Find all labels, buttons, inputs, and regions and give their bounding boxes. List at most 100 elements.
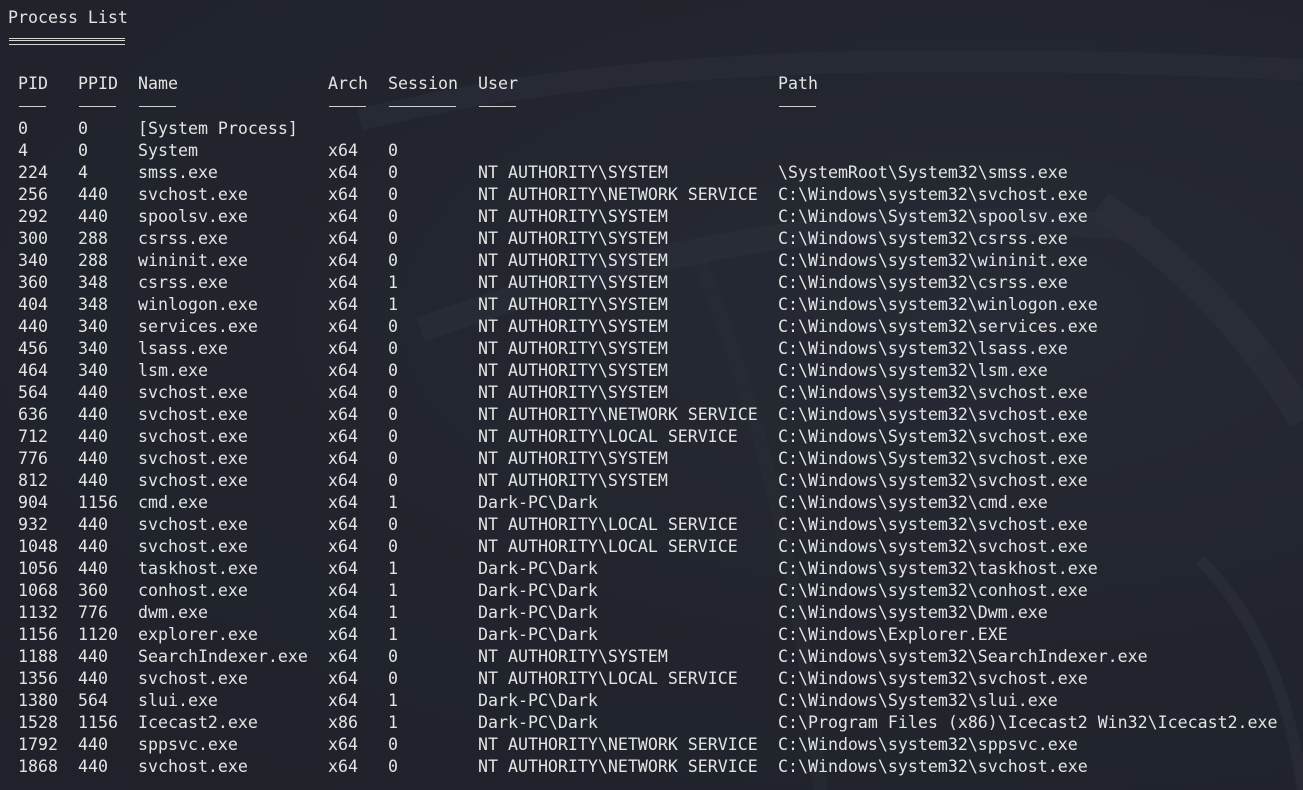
- process-ppid: 440: [78, 207, 108, 226]
- process-pid: 1868: [18, 757, 58, 776]
- process-arch: x64: [328, 647, 358, 666]
- process-session: 0: [388, 471, 398, 490]
- process-arch: x64: [328, 537, 358, 556]
- process-ppid: 440: [78, 449, 108, 468]
- process-session: 0: [388, 339, 398, 358]
- process-arch: x64: [328, 383, 358, 402]
- process-name: svchost.exe: [138, 471, 248, 490]
- process-pid: 1156: [18, 625, 58, 644]
- process-user: NT AUTHORITY\NETWORK SERVICE: [478, 735, 758, 754]
- terminal-output: Process List PID PPID Name Arch Session …: [0, 0, 1303, 790]
- process-pid: 1068: [18, 581, 58, 600]
- process-path: C:\Windows\system32\lsm.exe: [778, 361, 1048, 380]
- process-pid: 1188: [18, 647, 58, 666]
- process-name: wininit.exe: [138, 251, 248, 270]
- process-session: 0: [388, 251, 398, 270]
- column-underline-pid: [19, 106, 46, 107]
- process-user: NT AUTHORITY\SYSTEM: [478, 273, 668, 292]
- process-pid: 4: [18, 141, 28, 160]
- process-session: 1: [388, 295, 398, 314]
- process-ppid: 360: [78, 581, 108, 600]
- process-name: SearchIndexer.exe: [138, 647, 308, 666]
- process-pid: 776: [18, 449, 48, 468]
- process-pid: 1792: [18, 735, 58, 754]
- process-name: spoolsv.exe: [138, 207, 248, 226]
- process-pid: 564: [18, 383, 48, 402]
- process-user: NT AUTHORITY\SYSTEM: [478, 647, 668, 666]
- process-user: NT AUTHORITY\LOCAL SERVICE: [478, 537, 738, 556]
- process-path: C:\Windows\system32\svchost.exe: [778, 185, 1088, 204]
- process-ppid: 340: [78, 339, 108, 358]
- process-session: 0: [388, 207, 398, 226]
- process-user: Dark-PC\Dark: [478, 493, 598, 512]
- process-user: NT AUTHORITY\SYSTEM: [478, 471, 668, 490]
- process-path: C:\Windows\System32\svchost.exe: [778, 427, 1088, 446]
- process-name: [System Process]: [138, 119, 298, 138]
- process-name: explorer.exe: [138, 625, 258, 644]
- process-ppid: 440: [78, 515, 108, 534]
- process-path: C:\Windows\system32\taskhost.exe: [778, 559, 1098, 578]
- process-arch: x64: [328, 427, 358, 446]
- process-pid: 1356: [18, 669, 58, 688]
- process-user: NT AUTHORITY\NETWORK SERVICE: [478, 757, 758, 776]
- process-name: cmd.exe: [138, 493, 208, 512]
- process-ppid: 440: [78, 757, 108, 776]
- process-path: C:\Windows\System32\spoolsv.exe: [778, 207, 1088, 226]
- column-underline-path: [779, 106, 816, 107]
- process-user: Dark-PC\Dark: [478, 603, 598, 622]
- process-user: NT AUTHORITY\SYSTEM: [478, 229, 668, 248]
- process-session: 1: [388, 691, 398, 710]
- process-name: lsass.exe: [138, 339, 228, 358]
- column-header-path: Path: [778, 74, 818, 93]
- process-pid: 340: [18, 251, 48, 270]
- process-pid: 0: [18, 119, 28, 138]
- process-name: svchost.exe: [138, 427, 248, 446]
- process-ppid: 440: [78, 669, 108, 688]
- process-pid: 712: [18, 427, 48, 446]
- process-path: C:\Windows\Explorer.EXE: [778, 625, 1008, 644]
- process-arch: x64: [328, 141, 358, 160]
- process-ppid: 340: [78, 317, 108, 336]
- process-user: NT AUTHORITY\NETWORK SERVICE: [478, 185, 758, 204]
- process-arch: x64: [328, 229, 358, 248]
- process-session: 0: [388, 757, 398, 776]
- process-ppid: 0: [78, 141, 88, 160]
- column-header-pid: PID: [18, 74, 48, 93]
- process-pid: 404: [18, 295, 48, 314]
- process-path: C:\Windows\system32\svchost.exe: [778, 669, 1088, 688]
- process-name: svchost.exe: [138, 515, 248, 534]
- process-path: C:\Windows\system32\svchost.exe: [778, 383, 1088, 402]
- process-name: svchost.exe: [138, 383, 248, 402]
- process-session: 1: [388, 713, 398, 732]
- process-pid: 1528: [18, 713, 58, 732]
- process-session: 0: [388, 735, 398, 754]
- process-name: lsm.exe: [138, 361, 208, 380]
- process-path: C:\Windows\system32\Dwm.exe: [778, 603, 1048, 622]
- process-arch: x64: [328, 163, 358, 182]
- process-user: NT AUTHORITY\SYSTEM: [478, 361, 668, 380]
- process-path: C:\Windows\system32\sppsvc.exe: [778, 735, 1078, 754]
- process-pid: 1048: [18, 537, 58, 556]
- process-path: C:\Windows\system32\wininit.exe: [778, 251, 1088, 270]
- process-user: NT AUTHORITY\LOCAL SERVICE: [478, 669, 738, 688]
- process-pid: 456: [18, 339, 48, 358]
- process-ppid: 288: [78, 229, 108, 248]
- process-pid: 256: [18, 185, 48, 204]
- process-name: csrss.exe: [138, 273, 228, 292]
- process-path: C:\Windows\System32\svchost.exe: [778, 449, 1088, 468]
- process-session: 0: [388, 185, 398, 204]
- process-name: smss.exe: [138, 163, 218, 182]
- process-ppid: 348: [78, 273, 108, 292]
- process-arch: x86: [328, 713, 358, 732]
- process-user: Dark-PC\Dark: [478, 559, 598, 578]
- process-name: svchost.exe: [138, 757, 248, 776]
- process-arch: x64: [328, 185, 358, 204]
- process-arch: x64: [328, 207, 358, 226]
- column-header-name: Name: [138, 74, 178, 93]
- title-underline: [9, 38, 125, 45]
- process-ppid: 340: [78, 361, 108, 380]
- process-list-title: Process List: [8, 8, 128, 27]
- process-path: \SystemRoot\System32\smss.exe: [778, 163, 1068, 182]
- process-name: csrss.exe: [138, 229, 228, 248]
- process-name: services.exe: [138, 317, 258, 336]
